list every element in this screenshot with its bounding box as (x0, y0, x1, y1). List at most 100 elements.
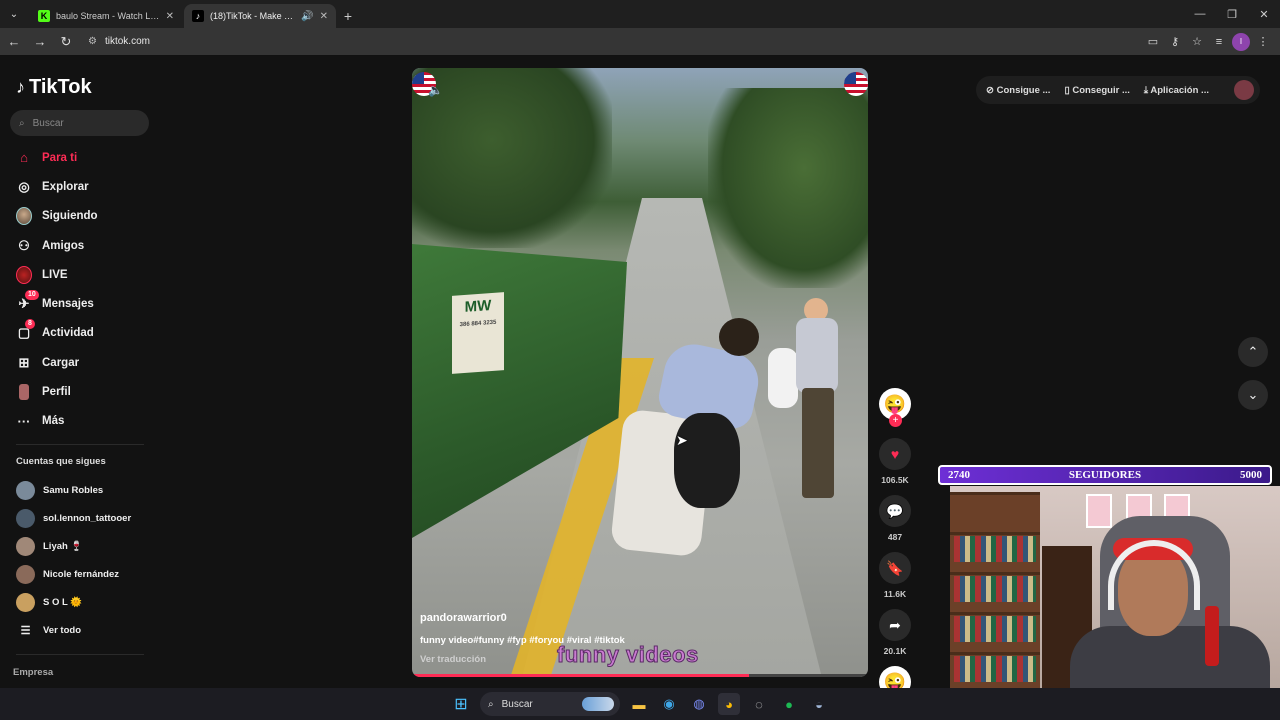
video-progress-bar[interactable] (412, 674, 868, 677)
site-info-icon[interactable]: ⚙ (88, 36, 97, 47)
sidebar-item-amigos[interactable]: ⚇ Amigos (0, 231, 160, 260)
url-text: tiktok.com (104, 36, 150, 47)
obs-icon[interactable]: ◌ (748, 693, 770, 715)
following-item[interactable]: sol.lennon_tattooer (0, 504, 160, 532)
share-action[interactable]: ➦ 20.1K (876, 609, 914, 656)
tab-audio-icon[interactable]: 🔊 (301, 11, 313, 22)
get-coins-button[interactable]: ⊘ Consigue ... (986, 85, 1050, 96)
home-icon: ⌂ (20, 150, 28, 166)
music-disc-icon[interactable]: 😜 (879, 666, 911, 688)
bookmark-star-icon[interactable]: ☆ (1188, 33, 1206, 51)
steam-icon[interactable]: ◒ (808, 693, 830, 715)
url-field[interactable]: ⚙ tiktok.com (84, 31, 1144, 53)
tab-kick-stream[interactable]: K baulo Stream - Watch Live on K ✕ (30, 4, 182, 28)
taskbar-search-label: Buscar (501, 698, 533, 710)
tiktok-favicon-icon: ♪ (192, 10, 204, 22)
live-icon (16, 265, 32, 284)
sidebar-item-siguiendo[interactable]: Siguiendo (0, 202, 160, 231)
sidebar-item-mas[interactable]: ··· Más (0, 407, 160, 436)
search-input[interactable]: ⌕ Buscar (10, 110, 149, 136)
reload-icon[interactable]: ↻ (54, 30, 78, 54)
activity-icon: ▢ 8 (16, 319, 35, 341)
video-caption: funny video#funny #fyp #foryou #viral #t… (420, 635, 625, 646)
video-player[interactable]: MW 386 884 3235 🔈 ➤ funny videos pandoraw… (412, 68, 868, 677)
sidebar-item-live[interactable]: LIVE (0, 260, 160, 289)
sidebar-item-label: Perfil (42, 386, 71, 399)
tab-title: (18)TikTok - Make Your Day (210, 11, 295, 21)
us-flag-icon (844, 72, 868, 96)
video-username[interactable]: pandorawarrior0 (420, 612, 507, 624)
webcam-bookshelf (950, 492, 1040, 688)
like-action[interactable]: ♥ 106.5K (876, 438, 914, 485)
tab-close-icon[interactable]: ✕ (320, 11, 328, 22)
tab-search-icon[interactable]: ⌄ (0, 0, 28, 28)
chrome-icon[interactable]: ◕ (718, 693, 740, 715)
tab-tiktok[interactable]: ♪ (18)TikTok - Make Your Day 🔊 ✕ (184, 4, 336, 28)
sidebar-item-label: Actividad (42, 327, 94, 340)
password-key-icon[interactable]: ⚷ (1166, 33, 1184, 51)
translate-link[interactable]: Ver traducción (420, 654, 486, 665)
follower-goal: 5000 (1239, 469, 1262, 481)
follow-plus-icon[interactable]: + (889, 414, 902, 427)
avatar (16, 508, 35, 528)
bookmark-icon: 🔖 (879, 552, 911, 584)
sidebar-item-perfil[interactable]: Perfil (0, 377, 160, 406)
following-item[interactable]: Nicole fernández (0, 560, 160, 588)
following-name: Liyah 🍷 (43, 540, 83, 552)
edge-icon[interactable]: ◉ (658, 693, 680, 715)
get-app-button[interactable]: ▯ Conseguir ... (1064, 85, 1129, 96)
browser-tab-bar: ⌄ K baulo Stream - Watch Live on K ✕ ♪ (… (0, 0, 1280, 28)
browser-menu-icon[interactable]: ⋮ (1254, 33, 1272, 51)
sidebar-item-cargar[interactable]: ⊞ Cargar (0, 348, 160, 377)
sidebar-item-label: Para ti (42, 151, 78, 164)
close-window-icon[interactable]: ✕ (1248, 0, 1280, 28)
following-list: Samu Robles sol.lennon_tattooer Liyah 🍷 … (0, 476, 160, 644)
previous-video-chevron-up-icon[interactable]: ⌃ (1238, 337, 1268, 367)
activity-badge: 8 (25, 319, 35, 330)
sidebar-item-mensajes[interactable]: ✈ 10 Mensajes (0, 289, 160, 318)
file-explorer-icon[interactable]: ▬ (628, 693, 650, 715)
creator-avatar[interactable]: 😜 + (879, 388, 911, 427)
compass-icon: ◎ (18, 178, 30, 194)
sidebar-item-label: Amigos (42, 239, 85, 252)
user-avatar[interactable] (1234, 80, 1254, 100)
avatar (16, 536, 35, 556)
download-app-button[interactable]: ⤓ Aplicación ... (1144, 85, 1209, 96)
taskbar-search[interactable]: ⌕ Buscar (480, 692, 620, 716)
get-app-label: Conseguir ... (1072, 84, 1130, 96)
comment-action[interactable]: 💬 487 (876, 495, 914, 542)
company-link[interactable]: Empresa (13, 667, 53, 678)
cast-icon[interactable]: ▭ (1144, 33, 1162, 51)
download-app-label: Aplicación ... (1150, 84, 1209, 96)
media-controls-icon[interactable]: ≡ (1210, 33, 1228, 51)
sidebar-item-actividad[interactable]: ▢ 8 Actividad (0, 319, 160, 348)
minimize-icon[interactable]: — (1184, 0, 1216, 28)
save-action[interactable]: 🔖 11.6K (876, 552, 914, 599)
sidebar-item-explorar[interactable]: ◎ Explorar (0, 172, 160, 201)
new-tab-button[interactable]: + (336, 4, 360, 28)
spotify-icon[interactable]: ● (778, 693, 800, 715)
see-all-link[interactable]: ☰ Ver todo (0, 616, 160, 644)
search-icon: ⌕ (488, 698, 494, 710)
tiktok-logo[interactable]: ♪ TikTok (16, 76, 92, 99)
following-item[interactable]: Liyah 🍷 (0, 532, 160, 560)
streamer-webcam (950, 486, 1280, 688)
following-item[interactable]: Samu Robles (0, 476, 160, 504)
divider (16, 444, 144, 445)
sidebar-item-para-ti[interactable]: ⌂ Para ti (0, 143, 160, 172)
maximize-icon[interactable]: ❐ (1216, 0, 1248, 28)
discord-icon[interactable]: ◍ (688, 693, 710, 715)
volume-icon[interactable]: 🔈 (428, 83, 443, 97)
following-name: Samu Robles (43, 484, 104, 496)
back-icon[interactable]: ← (2, 30, 26, 54)
webcam-person-body (1070, 626, 1270, 688)
following-item[interactable]: S O L 🌞 (0, 588, 160, 616)
profile-avatar-icon[interactable]: I (1232, 32, 1250, 51)
following-name: Nicole fernández (43, 568, 120, 580)
follower-current: 2740 (948, 469, 970, 481)
video-scene-trash-bag (674, 413, 740, 508)
tab-close-icon[interactable]: ✕ (166, 11, 174, 22)
next-video-chevron-down-icon[interactable]: ⌄ (1238, 380, 1268, 410)
forward-icon[interactable]: → (28, 30, 52, 54)
windows-start-icon[interactable]: ⊞ (450, 693, 472, 715)
